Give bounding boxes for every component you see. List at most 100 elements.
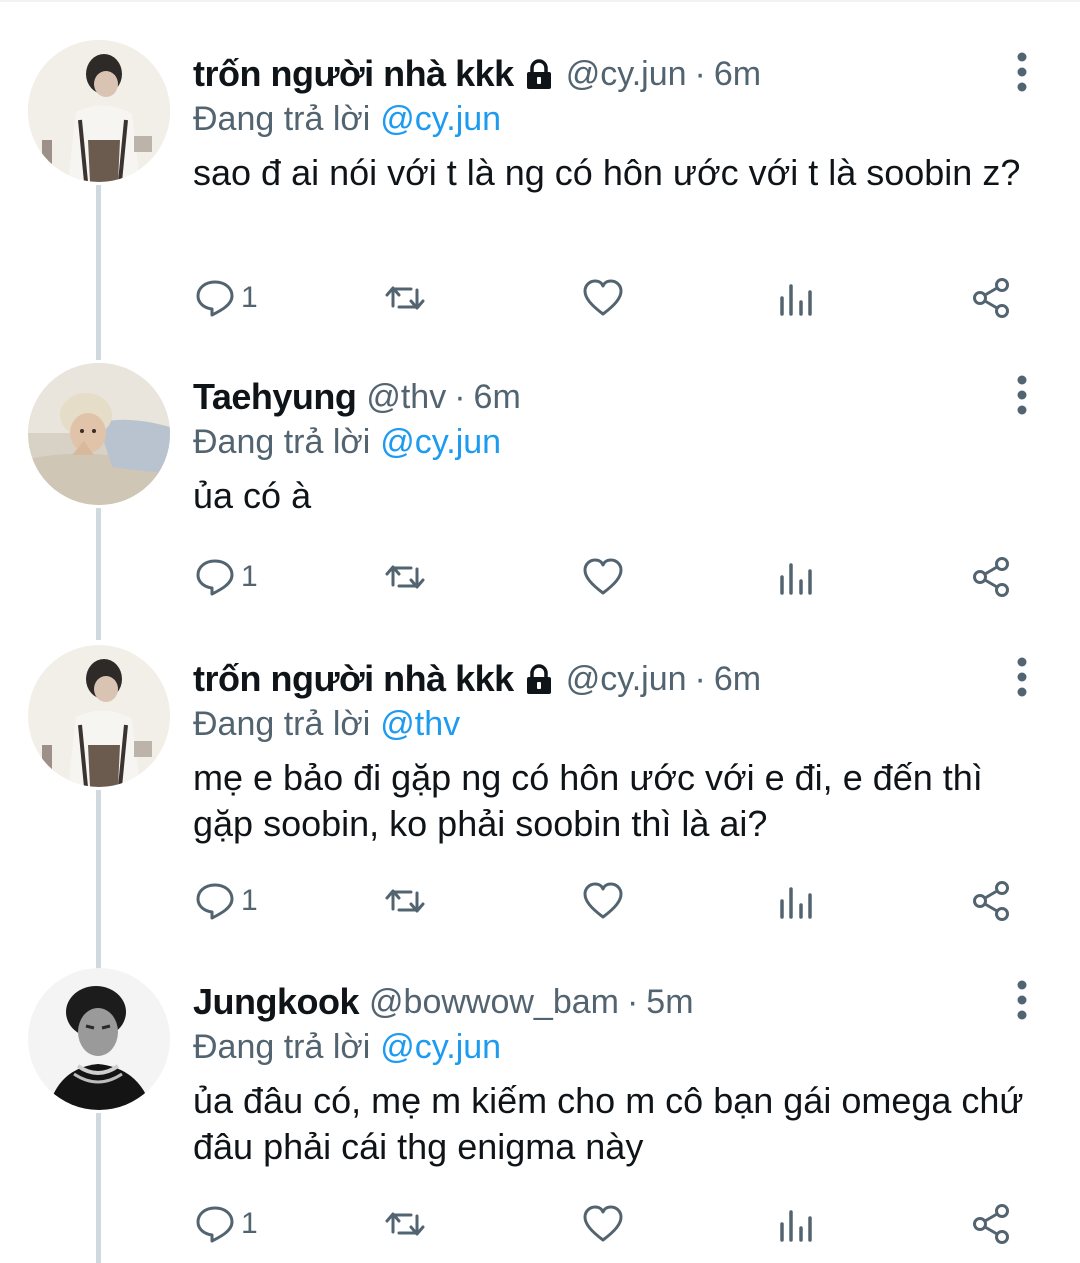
retweet-icon [385, 565, 425, 589]
like-icon [583, 882, 623, 919]
more-vertical-icon[interactable] [1005, 974, 1039, 1026]
action-bar: 1 [193, 553, 1023, 601]
avatar-image [28, 363, 170, 505]
tweet-header: Jungkook @bowwow_bam · 5m [193, 976, 694, 1028]
action-bar: 1 [193, 877, 1023, 925]
retweet-icon [385, 286, 425, 310]
display-name[interactable]: Taehyung [193, 376, 357, 418]
like-icon [583, 558, 623, 595]
thread-connector [96, 1113, 101, 1263]
like-button[interactable] [581, 553, 625, 601]
retweet-button[interactable] [383, 1200, 427, 1248]
replying-to-label: Đang trả lời [193, 423, 371, 461]
more-vertical-icon[interactable] [1005, 651, 1039, 703]
reply-count: 1 [241, 281, 258, 314]
share-icon [973, 1204, 1009, 1244]
mention-link[interactable]: @cy.jun [380, 100, 501, 138]
retweet-button[interactable] [383, 274, 427, 322]
lock-icon [522, 662, 556, 696]
like-icon [583, 279, 623, 316]
thread-connector [96, 185, 101, 360]
share-button[interactable] [969, 1200, 1013, 1248]
reply-icon [196, 559, 234, 596]
replying-to: Đang trả lời @cy.jun [193, 1028, 501, 1067]
action-bar: 1 [193, 1200, 1023, 1248]
handle[interactable]: @thv [366, 378, 446, 417]
lock-icon [522, 57, 556, 91]
reply-button[interactable]: 1 [193, 553, 258, 601]
share-icon [973, 278, 1009, 318]
timestamp[interactable]: 6m [474, 378, 521, 417]
analytics-button[interactable] [774, 877, 818, 925]
reply-icon [196, 883, 234, 920]
retweet-icon [385, 1212, 425, 1236]
handle[interactable]: @bowwow_bam [369, 983, 619, 1022]
tweet-text: ủa đâu có, mẹ m kiếm cho m cô bạn gái om… [193, 1080, 1024, 1167]
separator: · [626, 982, 639, 1021]
top-divider [0, 0, 1080, 2]
display-name[interactable]: trốn người nhà kkk [193, 658, 514, 700]
retweet-icon [385, 889, 425, 913]
avatar[interactable] [28, 968, 170, 1110]
analytics-icon [780, 563, 812, 595]
like-button[interactable] [581, 877, 625, 925]
display-name[interactable]: trốn người nhà kkk [193, 53, 514, 95]
analytics-button[interactable] [774, 1200, 818, 1248]
analytics-icon [780, 887, 812, 919]
separator: · [694, 659, 706, 698]
separator: · [694, 54, 706, 93]
share-button[interactable] [969, 553, 1013, 601]
mention-link[interactable]: @thv [380, 705, 460, 743]
mention-link[interactable]: @cy.jun [380, 1028, 501, 1066]
display-name[interactable]: Jungkook [193, 981, 360, 1023]
analytics-icon [780, 284, 812, 316]
avatar[interactable] [28, 40, 170, 182]
handle[interactable]: @cy.jun [566, 660, 687, 699]
timestamp[interactable]: 6m [714, 55, 761, 94]
replying-to-label: Đang trả lời [193, 1028, 371, 1066]
share-icon [973, 881, 1009, 921]
avatar-image [28, 645, 170, 787]
separator: · [454, 377, 466, 416]
more-vertical-icon[interactable] [1005, 369, 1039, 421]
reply-icon [196, 1206, 234, 1243]
replying-to: Đang trả lời @cy.jun [193, 423, 501, 462]
avatar-image [28, 40, 170, 182]
mention-link[interactable]: @cy.jun [380, 423, 501, 461]
more-vertical-icon[interactable] [1005, 46, 1039, 98]
tweet-header: trốn người nhà kkk @cy.jun · 6m [193, 48, 761, 100]
replying-to: Đang trả lời @cy.jun [193, 100, 501, 139]
reply-button[interactable]: 1 [193, 274, 258, 322]
timestamp[interactable]: 5m [646, 983, 693, 1022]
share-icon [973, 557, 1009, 597]
tweet-text: ủa có à [193, 475, 312, 516]
tweet-header: trốn người nhà kkk @cy.jun · 6m [193, 653, 761, 705]
replying-to-label: Đang trả lời [193, 100, 371, 138]
reply-count: 1 [241, 560, 258, 593]
replying-to-label: Đang trả lời [193, 705, 371, 743]
avatar[interactable] [28, 363, 170, 505]
share-button[interactable] [969, 877, 1013, 925]
reply-button[interactable]: 1 [193, 1200, 258, 1248]
avatar-image [28, 968, 170, 1110]
like-button[interactable] [581, 274, 625, 322]
retweet-button[interactable] [383, 553, 427, 601]
reply-count: 1 [241, 1207, 258, 1240]
like-button[interactable] [581, 1200, 625, 1248]
thread-connector [96, 790, 101, 970]
timestamp[interactable]: 6m [714, 660, 761, 699]
retweet-button[interactable] [383, 877, 427, 925]
share-button[interactable] [969, 274, 1013, 322]
reply-button[interactable]: 1 [193, 877, 258, 925]
replying-to: Đang trả lời @thv [193, 705, 460, 744]
tweet-header: Taehyung @thv · 6m [193, 371, 521, 423]
analytics-icon [780, 1210, 812, 1242]
thread-connector [96, 508, 101, 640]
analytics-button[interactable] [774, 274, 818, 322]
like-icon [583, 1205, 623, 1242]
handle[interactable]: @cy.jun [566, 55, 687, 94]
avatar[interactable] [28, 645, 170, 787]
reply-count: 1 [241, 884, 258, 917]
analytics-button[interactable] [774, 553, 818, 601]
reply-icon [196, 280, 234, 317]
